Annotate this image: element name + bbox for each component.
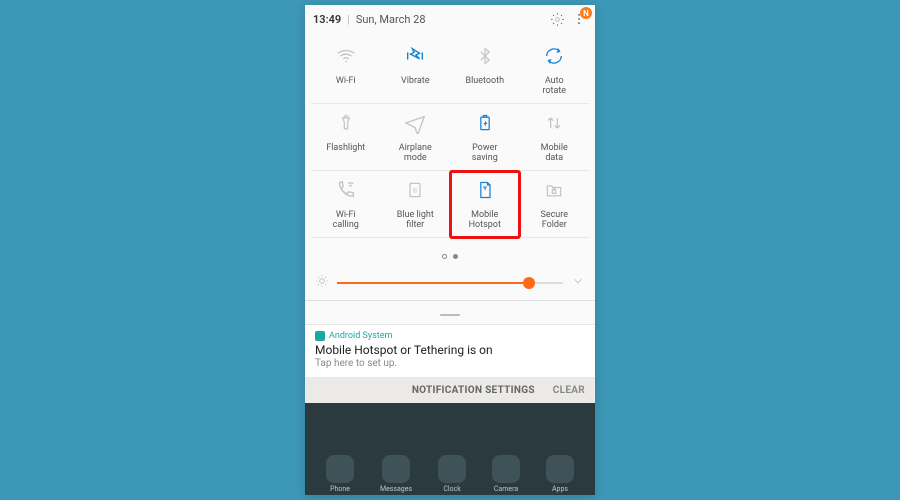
qs-tile-label: Bluetooth [450,77,520,97]
qs-tile-label: Flashlight [311,144,381,164]
autorotate-icon [520,43,590,69]
notification-source: Android System [315,331,585,341]
qs-tile-airplane[interactable]: Airplane mode [381,104,451,171]
flashlight-icon [311,110,381,136]
wificalling-icon [311,177,381,203]
powersaving-icon [450,110,520,136]
brightness-expand-icon[interactable] [571,273,585,292]
vibrate-icon [381,43,451,69]
clock-text: 13:49 [313,13,341,26]
qs-tile-label: Blue light filter [381,211,451,231]
bluetooth-icon [450,43,520,69]
qs-tile-autorotate[interactable]: Auto rotate [520,37,590,104]
qs-tile-wificalling[interactable]: Wi-Fi calling [311,171,381,238]
status-bar: 13:49 | Sun, March 28 N [305,5,595,33]
clear-button[interactable]: CLEAR [553,385,585,396]
qs-tile-label: Power saving [450,144,520,164]
qs-tile-mobiledata[interactable]: Mobile data [520,104,590,171]
page-indicator[interactable] [305,238,595,269]
qs-tile-label: Vibrate [381,77,451,97]
separator: | [347,13,350,26]
airplane-icon [381,110,451,136]
qs-tile-powersaving[interactable]: Power saving [450,104,520,171]
phone-frame: 13:49 | Sun, March 28 N Wi-FiVibrateBlue… [305,5,595,495]
hotspot-icon [450,177,520,203]
qs-tile-securefolder[interactable]: Secure Folder [520,171,590,238]
brightness-slider[interactable] [305,269,595,301]
date-text: Sun, March 28 [356,13,426,26]
brightness-icon [315,273,329,292]
qs-tile-label: Wi-Fi [311,77,381,97]
update-badge: N [580,7,592,19]
notification-subtitle: Tap here to set up. [315,358,585,369]
notification-title: Mobile Hotspot or Tethering is on [315,343,585,357]
brightness-thumb[interactable] [523,277,535,289]
mobiledata-icon [520,110,590,136]
svg-text:B: B [413,187,417,195]
quick-settings-grid: Wi-FiVibrateBluetoothAuto rotate Flashli… [305,33,595,238]
qs-tile-hotspot[interactable]: Mobile Hotspot [450,171,520,238]
qs-tile-label: Mobile Hotspot [450,211,520,231]
dock-app-apps[interactable]: Apps [546,455,574,493]
notification-source-text: Android System [329,331,392,341]
securefolder-icon [520,177,590,203]
qs-tile-label: Secure Folder [520,211,590,231]
dock-app-camera[interactable]: Camera [492,455,520,493]
dock-app-clock[interactable]: Clock [438,455,466,493]
notification-footer: NOTIFICATION SETTINGS CLEAR [305,377,595,403]
qs-tile-label: Airplane mode [381,144,451,164]
qs-tile-bluetooth[interactable]: Bluetooth [450,37,520,104]
qs-tile-flashlight[interactable]: Flashlight [311,104,381,171]
brightness-track[interactable] [337,282,563,284]
notification-card[interactable]: Android System Mobile Hotspot or Tetheri… [305,324,595,377]
more-menu-icon[interactable]: N [571,11,587,27]
panel-drag-handle[interactable] [305,301,595,324]
qs-tile-bluelight[interactable]: B Blue light filter [381,171,451,238]
qs-tile-label: Mobile data [520,144,590,164]
dock-app-messages[interactable]: Messages [380,455,412,493]
settings-gear-icon[interactable] [549,11,565,27]
qs-tile-label: Auto rotate [520,77,590,97]
android-system-icon [315,331,325,341]
qs-tile-label: Wi-Fi calling [311,211,381,231]
qs-tile-vibrate[interactable]: Vibrate [381,37,451,104]
bluelight-icon: B [381,177,451,203]
notification-settings-button[interactable]: NOTIFICATION SETTINGS [412,385,535,396]
home-dock: Phone Messages Clock Camera Apps [305,403,595,495]
wifi-icon [311,43,381,69]
qs-tile-wifi[interactable]: Wi-Fi [311,37,381,104]
dock-app-phone[interactable]: Phone [326,455,354,493]
